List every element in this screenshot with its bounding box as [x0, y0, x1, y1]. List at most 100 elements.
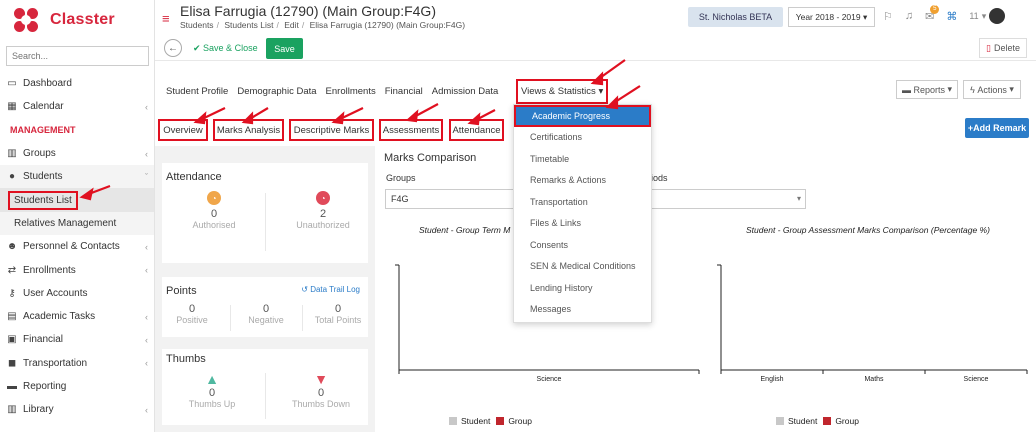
caret-down-icon: ▾: [598, 86, 604, 97]
sidebar-item-library[interactable]: ▥ Library ‹: [0, 398, 154, 421]
save-button[interactable]: Save: [266, 38, 303, 59]
breadcrumb-item[interactable]: Edit: [284, 20, 299, 30]
bus-icon: ◼: [7, 357, 17, 369]
dropdown-item-messages[interactable]: Messages: [514, 299, 651, 321]
legend-swatch: [823, 417, 832, 425]
x-tick-label: English: [761, 376, 784, 383]
sidebar-item-calendar[interactable]: ▦ Calendar ‹: [0, 95, 154, 118]
dropdown-item-consents[interactable]: Consents: [514, 234, 651, 256]
tab-financial[interactable]: Financial: [385, 86, 423, 97]
sidebar-item-students-list[interactable]: Students List: [0, 188, 154, 212]
trash-icon: ▯: [986, 42, 991, 53]
key-icon: ⚷: [8, 287, 16, 299]
thumbs-down-icon: ▼: [314, 371, 328, 387]
library-icon: ▥: [7, 404, 17, 416]
chevron-left-icon: ‹: [145, 404, 148, 415]
chart-1-legend: Student Group: [449, 416, 532, 426]
annotation-arrow: [596, 59, 626, 81]
sidebar-item-financial[interactable]: ▣ Financial ‹: [0, 328, 154, 351]
delete-button[interactable]: ▯ Delete: [979, 38, 1027, 58]
groups-label: Groups: [386, 173, 416, 183]
sidebar-item-dashboard[interactable]: ▭ Dashboard: [0, 72, 154, 95]
subtab-attendance[interactable]: Attendance: [449, 119, 504, 141]
back-button[interactable]: ←: [164, 39, 182, 57]
tab-demographic-data[interactable]: Demographic Data: [237, 86, 316, 97]
chart-2-title: Student - Group Assessment Marks Compari…: [746, 225, 990, 235]
bolt-icon: ϟ: [970, 84, 978, 95]
actions-button[interactable]: ϟ Actions ▾: [963, 80, 1021, 99]
caret-down-icon: ▾: [863, 11, 868, 22]
logo[interactable]: Classter: [0, 0, 154, 40]
group-select[interactable]: F4G: [385, 189, 515, 209]
dropdown-item-files-links[interactable]: Files & Links: [514, 213, 651, 235]
thumbs-card: Thumbs ▲ 0 Thumbs Up ▼ 0 Thumbs Down: [162, 349, 368, 425]
chart-2: English Maths Science: [717, 264, 1028, 383]
positive-stat: 0 Positive: [176, 303, 208, 325]
tab-admission-data[interactable]: Admission Data: [432, 86, 499, 97]
dropdown-item-lending-history[interactable]: Lending History: [514, 277, 651, 299]
subtab-marks-analysis[interactable]: Marks Analysis: [213, 119, 284, 141]
personnel-icon: ☻: [6, 241, 18, 253]
sidebar-item-academic-tasks[interactable]: ▤ Academic Tasks ‹: [0, 305, 154, 328]
reports-button[interactable]: ▬ Reports ▾: [896, 80, 958, 99]
tasks-icon: ▤: [7, 311, 17, 323]
save-close-button[interactable]: ✔ Save & Close: [193, 43, 258, 54]
dropdown-item-sen-medical[interactable]: SEN & Medical Conditions: [514, 256, 651, 278]
subtab-overview[interactable]: Overview: [158, 119, 208, 141]
school-selector-button[interactable]: St. Nicholas BETA: [688, 7, 783, 27]
tab-student-profile[interactable]: Student Profile: [166, 86, 228, 97]
chevron-left-icon: ‹: [145, 358, 148, 369]
sitemap-icon[interactable]: ⌘: [946, 10, 957, 23]
thumbs-down-stat: ▼ 0 Thumbs Down: [286, 371, 356, 409]
data-trail-log-link[interactable]: ↺ Data Trail Log: [301, 285, 360, 294]
chevron-left-icon: ‹: [145, 311, 148, 322]
subtab-assessments[interactable]: Assessments: [379, 119, 443, 141]
dropdown-item-timetable[interactable]: Timetable: [514, 148, 651, 170]
chevron-down-icon: ˇ: [145, 171, 148, 182]
dropdown-item-certifications[interactable]: Certifications: [514, 127, 651, 149]
bell-icon[interactable]: ♫: [905, 10, 913, 22]
sidebar-item-transportation[interactable]: ◼ Transportation ‹: [0, 352, 154, 375]
tab-enrollments[interactable]: Enrollments: [326, 86, 376, 97]
sidebar-item-students[interactable]: ● Students ˇ: [0, 165, 154, 189]
sidebar: Classter ▭Dashboard ▦Calendar‹ MANAGEMEN…: [0, 0, 155, 432]
sidebar-item-groups[interactable]: ▥ Groups ‹: [0, 142, 154, 165]
chevron-left-icon: ‹: [145, 334, 148, 345]
main-tabs: Student Profile Demographic Data Enrollm…: [166, 86, 507, 97]
thumbs-up-icon: ▲: [205, 371, 219, 387]
hamburger-menu-icon[interactable]: ≡: [162, 11, 170, 26]
action-row: ← ✔ Save & Close Save ▯ Delete: [155, 36, 1036, 61]
breadcrumb-item[interactable]: Students List: [224, 20, 273, 30]
breadcrumb-item[interactable]: Students: [180, 20, 214, 30]
top-icons: ⚐ ♫ ✉ 5 ⌘ 11 ▾: [883, 4, 1006, 24]
legend-swatch: [449, 417, 457, 425]
breadcrumb: Students / Students List / Edit / Elisa Far…: [180, 20, 466, 30]
mail-icon[interactable]: ✉ 5: [925, 4, 940, 23]
views-statistics-dropdown: Academic Progress Certifications Timetab…: [513, 104, 652, 323]
enrollments-icon: ⇄: [7, 264, 17, 276]
subtab-descriptive-marks[interactable]: Descriptive Marks: [289, 119, 374, 141]
flag-icon[interactable]: ⚐: [883, 10, 893, 23]
sidebar-item-personnel[interactable]: ☻ Personnel & Contacts ‹: [0, 235, 154, 258]
user-menu[interactable]: 11 ▾: [969, 8, 1006, 24]
printer-icon: ▬: [901, 84, 914, 95]
marks-comparison-title: Marks Comparison: [384, 152, 477, 164]
sidebar-item-reporting[interactable]: ▬ Reporting: [0, 375, 154, 398]
chevron-left-icon: ‹: [145, 265, 148, 276]
sidebar-item-relatives-management[interactable]: Relatives Management: [0, 211, 154, 236]
add-remark-button[interactable]: + Add Remark: [965, 118, 1029, 138]
classter-logo-icon: [12, 6, 40, 34]
dropdown-item-academic-progress[interactable]: Academic Progress: [514, 105, 651, 127]
sidebar-search-input[interactable]: [6, 46, 149, 66]
points-card: Points ↺ Data Trail Log 0 Positive 0 Neg…: [162, 277, 368, 337]
legend-swatch: [776, 417, 784, 425]
calendar-icon: ▦: [7, 101, 17, 113]
groups-icon: ▥: [7, 148, 17, 160]
dropdown-item-remarks-actions[interactable]: Remarks & Actions: [514, 170, 651, 192]
sidebar-item-user-accounts[interactable]: ⚷ User Accounts: [0, 282, 154, 305]
sidebar-item-enrollments[interactable]: ⇄ Enrollments ‹: [0, 258, 154, 281]
year-selector[interactable]: Year 2018 - 2019 ▾: [788, 7, 875, 27]
tab-views-statistics[interactable]: Views & Statistics ▾: [516, 79, 608, 104]
period-select[interactable]: ▾: [652, 189, 806, 209]
dropdown-item-transportation[interactable]: Transportation: [514, 191, 651, 213]
